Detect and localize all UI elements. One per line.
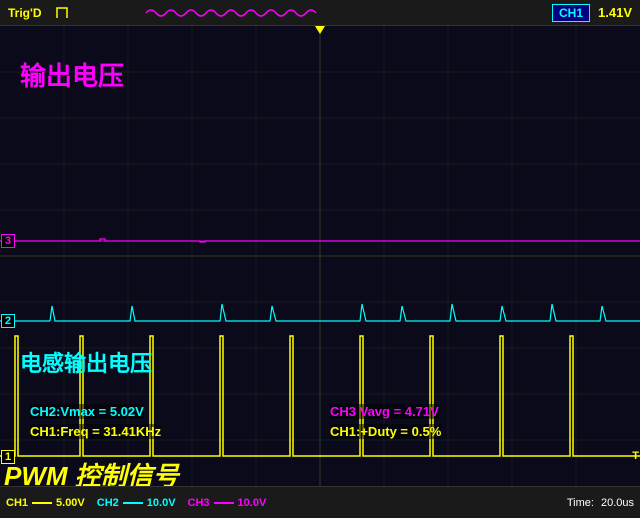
trig-pulse-icon xyxy=(52,3,132,23)
pwm-label: PWM 控制信号 xyxy=(4,456,179,486)
ch2-bottom-label: CH2 xyxy=(97,497,119,509)
ch2-bottom-line-icon xyxy=(123,499,143,507)
meas-ch3-vavg: CH3 Vavg = 4.71V xyxy=(330,404,439,419)
top-bar: Trig'D CH1 1.41V xyxy=(0,0,640,26)
inductor-voltage-label: 电感输出电压 xyxy=(20,346,152,378)
header-wave-icon xyxy=(136,3,336,23)
ch2-status: CH2 10.0V xyxy=(97,497,176,509)
ch1-status: CH1 5.00V xyxy=(6,497,85,509)
trig-label: Trig'D xyxy=(8,6,42,20)
ch1-header-indicator: CH1 1.41V xyxy=(552,4,632,22)
ch3-bottom-line-icon xyxy=(214,499,234,507)
ch1-header-voltage: 1.41V xyxy=(598,5,632,20)
ch1-bottom-label: CH1 xyxy=(6,497,28,509)
time-label: Time: xyxy=(567,497,594,509)
trig-signal xyxy=(52,3,552,23)
meas-ch2-vmax: CH2:Vmax = 5.02V xyxy=(30,404,144,419)
bottom-bar: CH1 5.00V CH2 10.0V CH3 10.0V Time: 20.0… xyxy=(0,486,640,518)
meas-ch1-duty: CH1:+Duty = 0.5% xyxy=(330,424,441,439)
ch1-box: CH1 xyxy=(552,4,590,22)
ch1-bottom-value: 5.00V xyxy=(56,497,85,509)
ch3-marker: 3 xyxy=(1,234,15,248)
ch3-bottom-label: CH3 xyxy=(188,497,210,509)
output-voltage-label: 输出电压 xyxy=(20,56,124,93)
ch1-bottom-line-icon xyxy=(32,499,52,507)
ch3-status: CH3 10.0V xyxy=(188,497,267,509)
display-area: 3 2 1 T 输出电压 电感输出电压 PWM 控制信号 CH2:Vmax = … xyxy=(0,26,640,486)
time-value: 20.0us xyxy=(601,497,634,509)
ch2-marker: 2 xyxy=(1,314,15,328)
oscilloscope: Trig'D CH1 1.41V xyxy=(0,0,640,518)
ch3-bottom-value: 10.0V xyxy=(238,497,267,509)
ch2-bottom-value: 10.0V xyxy=(147,497,176,509)
time-status: Time: 20.0us xyxy=(567,497,634,509)
meas-ch1-freq: CH1:Freq = 31.41KHz xyxy=(30,424,161,439)
trigger-level-marker: T xyxy=(632,450,639,462)
